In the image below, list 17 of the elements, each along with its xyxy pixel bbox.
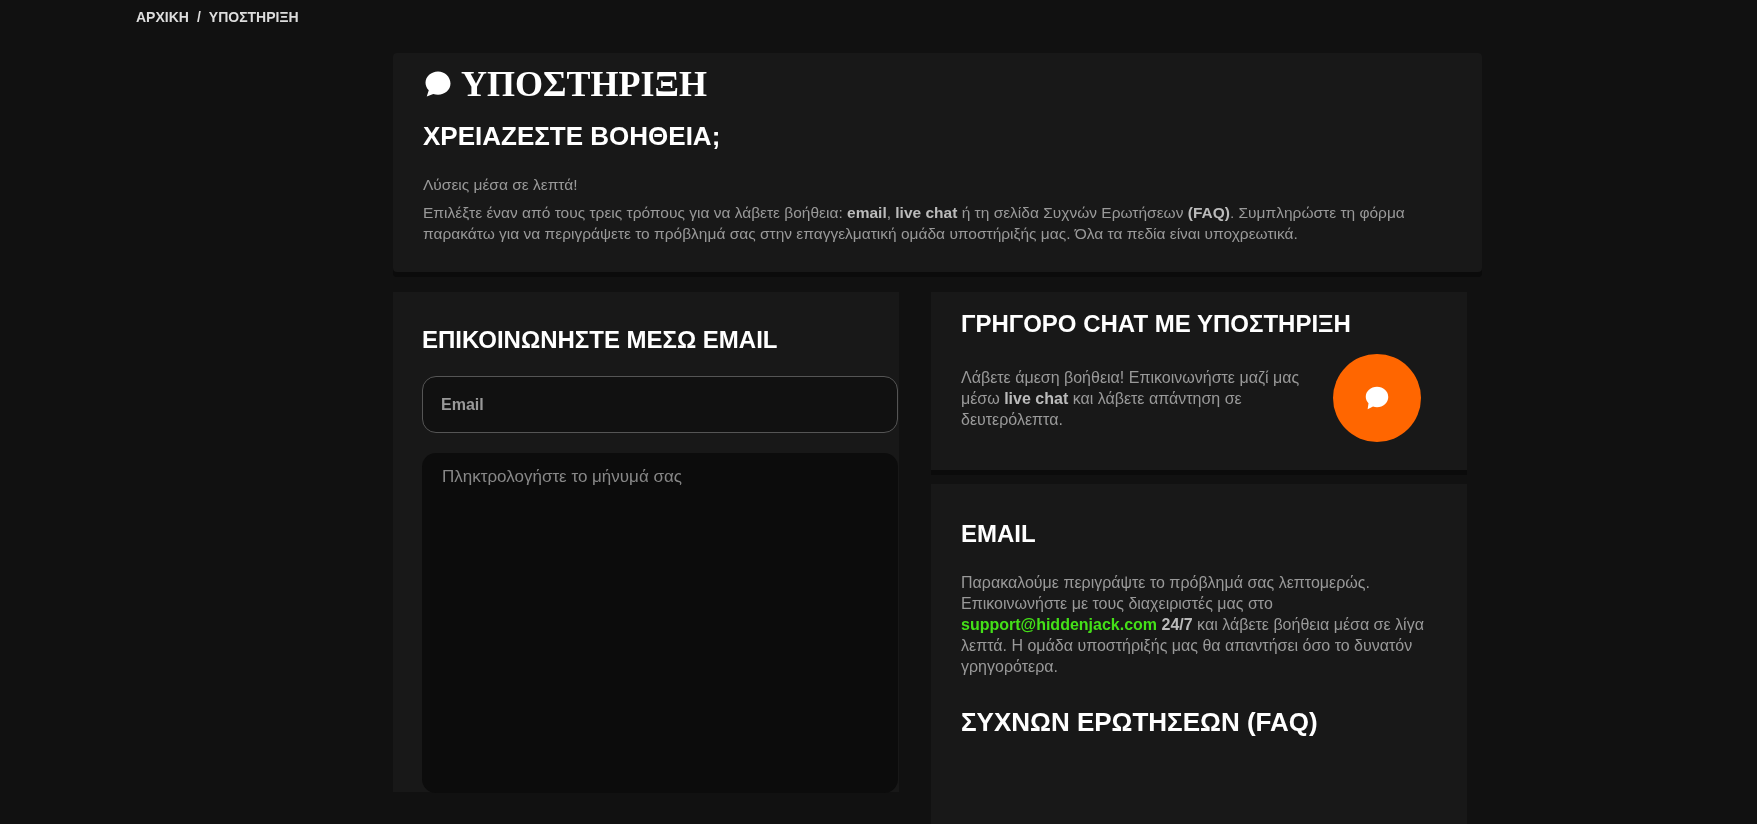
faq-heading: ΣΥΧΝΩΝ ΕΡΩΤΗΣΕΩΝ (FAQ) (961, 707, 1319, 738)
email-field[interactable]: Email (422, 376, 898, 433)
email-heading: EMAIL (961, 520, 1037, 548)
section-heading: ΧΡΕΙΑΖΕΣΤΕ ΒΟΗΘΕΙΑ; (423, 121, 722, 152)
description-text: Επιλέξτε έναν από τους τρεις τρόπους για να λάβετε βοήθεια: email, live chat ή τη σελίδα Συχνών Ερωτήσεων (FAQ). Συμπληρώστε τη φόρμα παρακάτω για να περιγράψετε το πρόβλημά σας στην επαγγελματική ομάδα υποστήριξής μας. Όλα τα πεδία είναι υποχρεωτικά. (423, 203, 1406, 244)
page-title: ΥΠΟΣΤΗΡΙΞΗ (461, 63, 707, 105)
email-text: Παρακαλούμε περιγράψτε το πρόβλημά σας λεπτομερώς. Επικοινωνήστε με τους διαχειριστές μας στο support@hiddenjack.com 24/7 και λάβετε βοήθεια μέσα σε λίγα λεπτά. Η ομάδα υποστήριξής μας θα απαντήσει όσο το δυνατόν γρηγορότερα. (961, 573, 1425, 677)
breadcrumb-link[interactable]: ΑΡΧΙΚΗ (136, 9, 189, 25)
tagline-text: Λύσεις μέσα σε λεπτά! (423, 176, 579, 194)
support-email-link[interactable]: support@hiddenjack.com (961, 616, 1158, 633)
chat-bubble-icon (423, 69, 453, 99)
chat-text: Λάβετε άμεση βοήθεια! Επικοινωνήστε μαζί μας μέσω live chat και λάβετε απάντηση σε δευτερόλεπτα. (961, 367, 1301, 430)
chat-heading: ΓΡΗΓΟΡΟ CHAT ΜΕ ΥΠΟΣΤΗΡΙΞΗ (961, 310, 1352, 338)
message-field[interactable]: Πληκτρολογήστε το μήνυμά σας (422, 453, 898, 793)
breadcrumb-link[interactable]: ΥΠΟΣΤΗΡΙΞΗ (208, 9, 299, 25)
breadcrumb-separator: / (196, 9, 201, 25)
form-heading: ΕΠΙΚΟΙΝΩΝΗΣΤΕ ΜΕΣΩ EMAIL (422, 326, 779, 354)
